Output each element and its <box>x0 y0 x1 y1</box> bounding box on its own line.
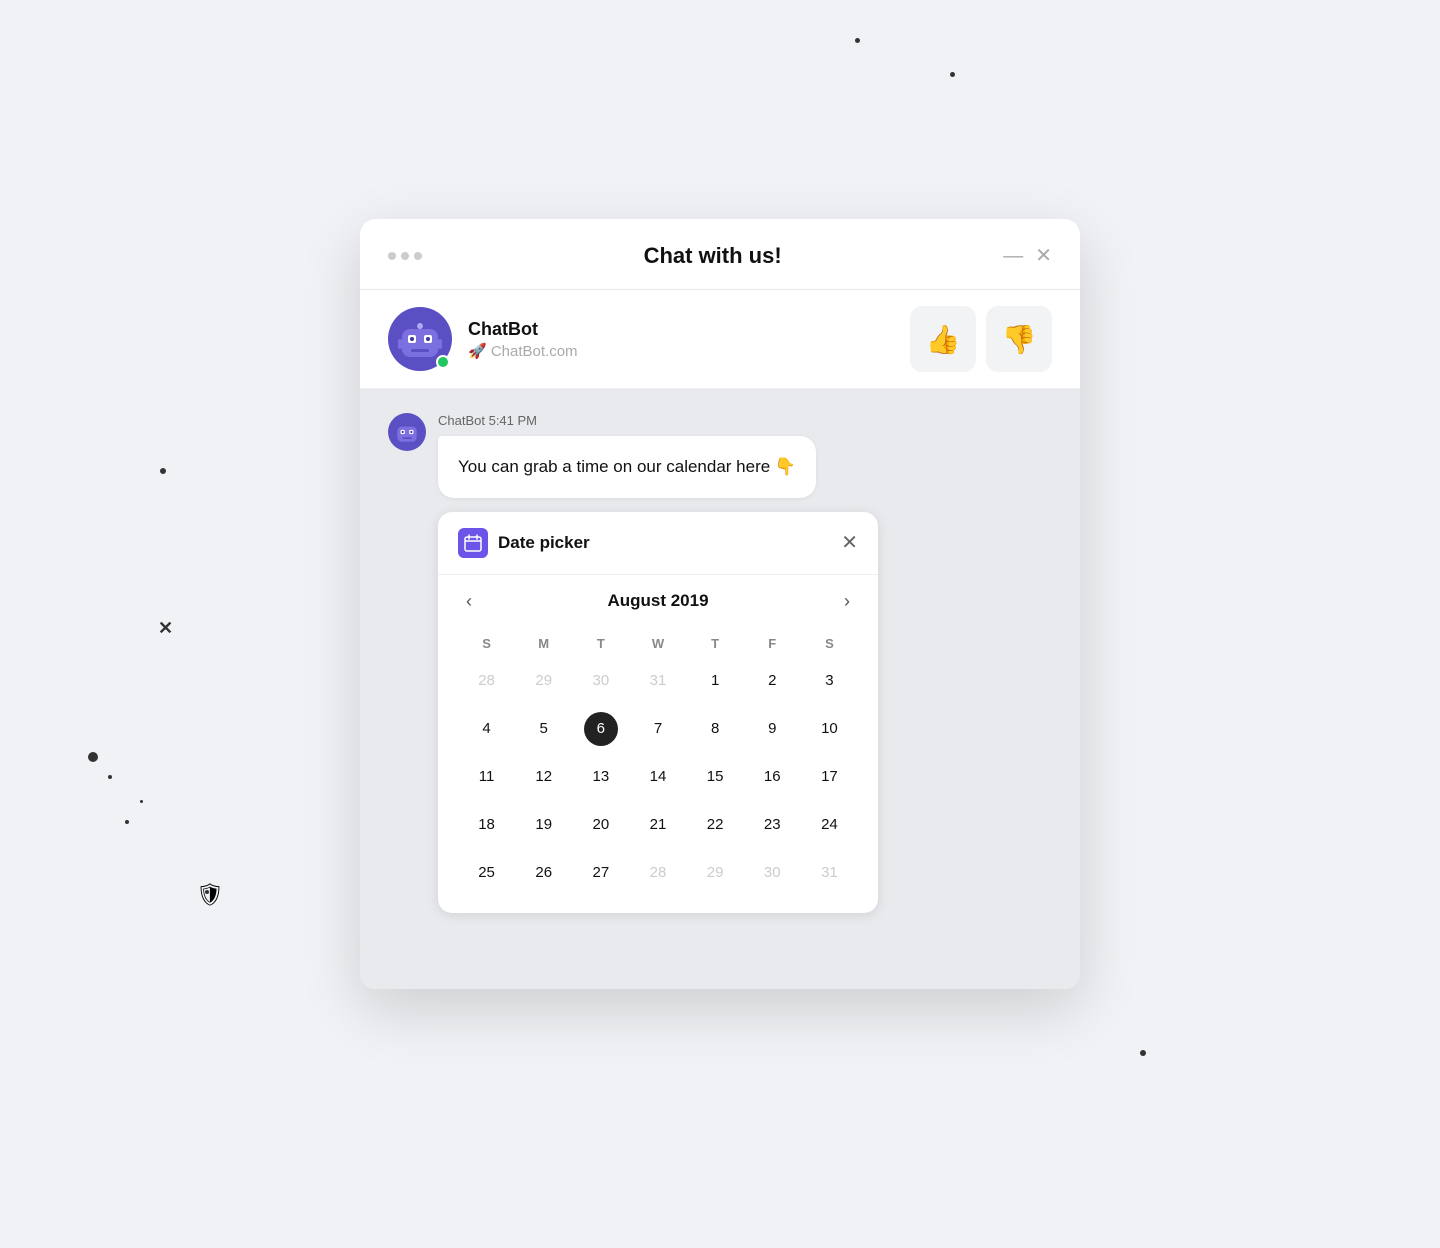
thumbs-up-button[interactable]: 👍 <box>910 306 976 372</box>
close-button[interactable]: ✕ <box>1035 246 1052 266</box>
date-picker-title-wrap: Date picker <box>458 528 590 558</box>
date-picker-card: Date picker ✕ ‹ August 2019 › S M T <box>438 512 878 913</box>
message-content: ChatBot 5:41 PM You can grab a time on o… <box>438 413 816 498</box>
header-menu-dots[interactable] <box>388 252 422 260</box>
next-month-button[interactable]: › <box>836 587 858 616</box>
header-controls: — ✕ <box>1003 246 1052 266</box>
message-avatar <box>388 413 426 451</box>
online-indicator <box>436 355 450 369</box>
thumbs-up-icon: 👍 <box>926 323 961 356</box>
thumbs-down-icon: 👎 <box>1002 323 1037 356</box>
thumbs-down-button[interactable]: 👎 <box>986 306 1052 372</box>
calendar-day-0-3[interactable]: 31 <box>629 657 686 705</box>
dot-1 <box>388 252 396 260</box>
day-header-t2: T <box>687 630 744 657</box>
day-header-f: F <box>744 630 801 657</box>
calendar-day-4-2[interactable]: 27 <box>572 849 629 897</box>
calendar-day-1-5[interactable]: 9 <box>744 705 801 753</box>
calendar-grid: S M T W T F S 28293031123456789101112131… <box>458 630 858 897</box>
calendar-icon <box>458 528 488 558</box>
day-header-m: M <box>515 630 572 657</box>
bot-info-text: ChatBot 🚀 ChatBot.com <box>468 319 894 360</box>
calendar-month-year: August 2019 <box>607 591 708 611</box>
calendar-day-3-0[interactable]: 18 <box>458 801 515 849</box>
calendar-day-2-2[interactable]: 13 <box>572 753 629 801</box>
day-header-s2: S <box>801 630 858 657</box>
calendar-day-2-0[interactable]: 11 <box>458 753 515 801</box>
calendar-day-3-4[interactable]: 22 <box>687 801 744 849</box>
message-meta: ChatBot 5:41 PM <box>438 413 816 428</box>
chat-header: Chat with us! — ✕ <box>360 219 1080 290</box>
dot-3 <box>414 252 422 260</box>
calendar-day-0-4[interactable]: 1 <box>687 657 744 705</box>
calendar-day-4-1[interactable]: 26 <box>515 849 572 897</box>
calendar-week-0: 28293031123 <box>458 657 858 705</box>
calendar-day-1-6[interactable]: 10 <box>801 705 858 753</box>
date-picker-title: Date picker <box>498 533 590 553</box>
calendar-day-4-5[interactable]: 30 <box>744 849 801 897</box>
calendar-body: ‹ August 2019 › S M T W T F S <box>438 575 878 913</box>
window-title: Chat with us! <box>422 243 1003 269</box>
bot-info-bar: ChatBot 🚀 ChatBot.com 👍 👎 <box>360 290 1080 389</box>
calendar-day-1-0[interactable]: 4 <box>458 705 515 753</box>
bot-avatar-wrapper <box>388 307 452 371</box>
prev-month-button[interactable]: ‹ <box>458 587 480 616</box>
chat-window: Chat with us! — ✕ <box>360 219 1080 989</box>
minimize-button[interactable]: — <box>1003 246 1023 266</box>
calendar-week-4: 25262728293031 <box>458 849 858 897</box>
day-header-t1: T <box>572 630 629 657</box>
chat-body: ChatBot 5:41 PM You can grab a time on o… <box>360 389 1080 989</box>
message-bubble: You can grab a time on our calendar here… <box>438 436 816 498</box>
bot-site: 🚀 ChatBot.com <box>468 342 894 360</box>
calendar-day-0-1[interactable]: 29 <box>515 657 572 705</box>
date-picker-header: Date picker ✕ <box>438 512 878 575</box>
date-picker-close-button[interactable]: ✕ <box>841 530 858 555</box>
calendar-day-4-0[interactable]: 25 <box>458 849 515 897</box>
calendar-day-2-3[interactable]: 14 <box>629 753 686 801</box>
calendar-day-2-5[interactable]: 16 <box>744 753 801 801</box>
calendar-day-1-2[interactable]: 6 <box>572 705 629 753</box>
calendar-day-1-3[interactable]: 7 <box>629 705 686 753</box>
calendar-nav: ‹ August 2019 › <box>458 587 858 616</box>
rating-buttons: 👍 👎 <box>910 306 1052 372</box>
calendar-week-2: 11121314151617 <box>458 753 858 801</box>
cross-deco-2: ✕ <box>158 618 173 639</box>
calendar-day-1-1[interactable]: 5 <box>515 705 572 753</box>
calendar-day-3-2[interactable]: 20 <box>572 801 629 849</box>
calendar-day-4-4[interactable]: 29 <box>687 849 744 897</box>
dot-2 <box>401 252 409 260</box>
calendar-day-4-3[interactable]: 28 <box>629 849 686 897</box>
bot-name: ChatBot <box>468 319 894 340</box>
shield-deco: 🛡 <box>196 882 224 908</box>
calendar-day-1-4[interactable]: 8 <box>687 705 744 753</box>
calendar-day-2-6[interactable]: 17 <box>801 753 858 801</box>
calendar-day-0-6[interactable]: 3 <box>801 657 858 705</box>
message-row: ChatBot 5:41 PM You can grab a time on o… <box>388 413 1052 498</box>
calendar-day-2-4[interactable]: 15 <box>687 753 744 801</box>
day-header-s1: S <box>458 630 515 657</box>
calendar-day-3-1[interactable]: 19 <box>515 801 572 849</box>
calendar-week-3: 18192021222324 <box>458 801 858 849</box>
calendar-day-4-6[interactable]: 31 <box>801 849 858 897</box>
calendar-day-0-2[interactable]: 30 <box>572 657 629 705</box>
calendar-day-0-0[interactable]: 28 <box>458 657 515 705</box>
calendar-week-1: 45678910 <box>458 705 858 753</box>
calendar-day-3-6[interactable]: 24 <box>801 801 858 849</box>
calendar-days-header: S M T W T F S <box>458 630 858 657</box>
day-header-w: W <box>629 630 686 657</box>
calendar-day-3-3[interactable]: 21 <box>629 801 686 849</box>
calendar-day-2-1[interactable]: 12 <box>515 753 572 801</box>
calendar-day-0-5[interactable]: 2 <box>744 657 801 705</box>
calendar-day-3-5[interactable]: 23 <box>744 801 801 849</box>
